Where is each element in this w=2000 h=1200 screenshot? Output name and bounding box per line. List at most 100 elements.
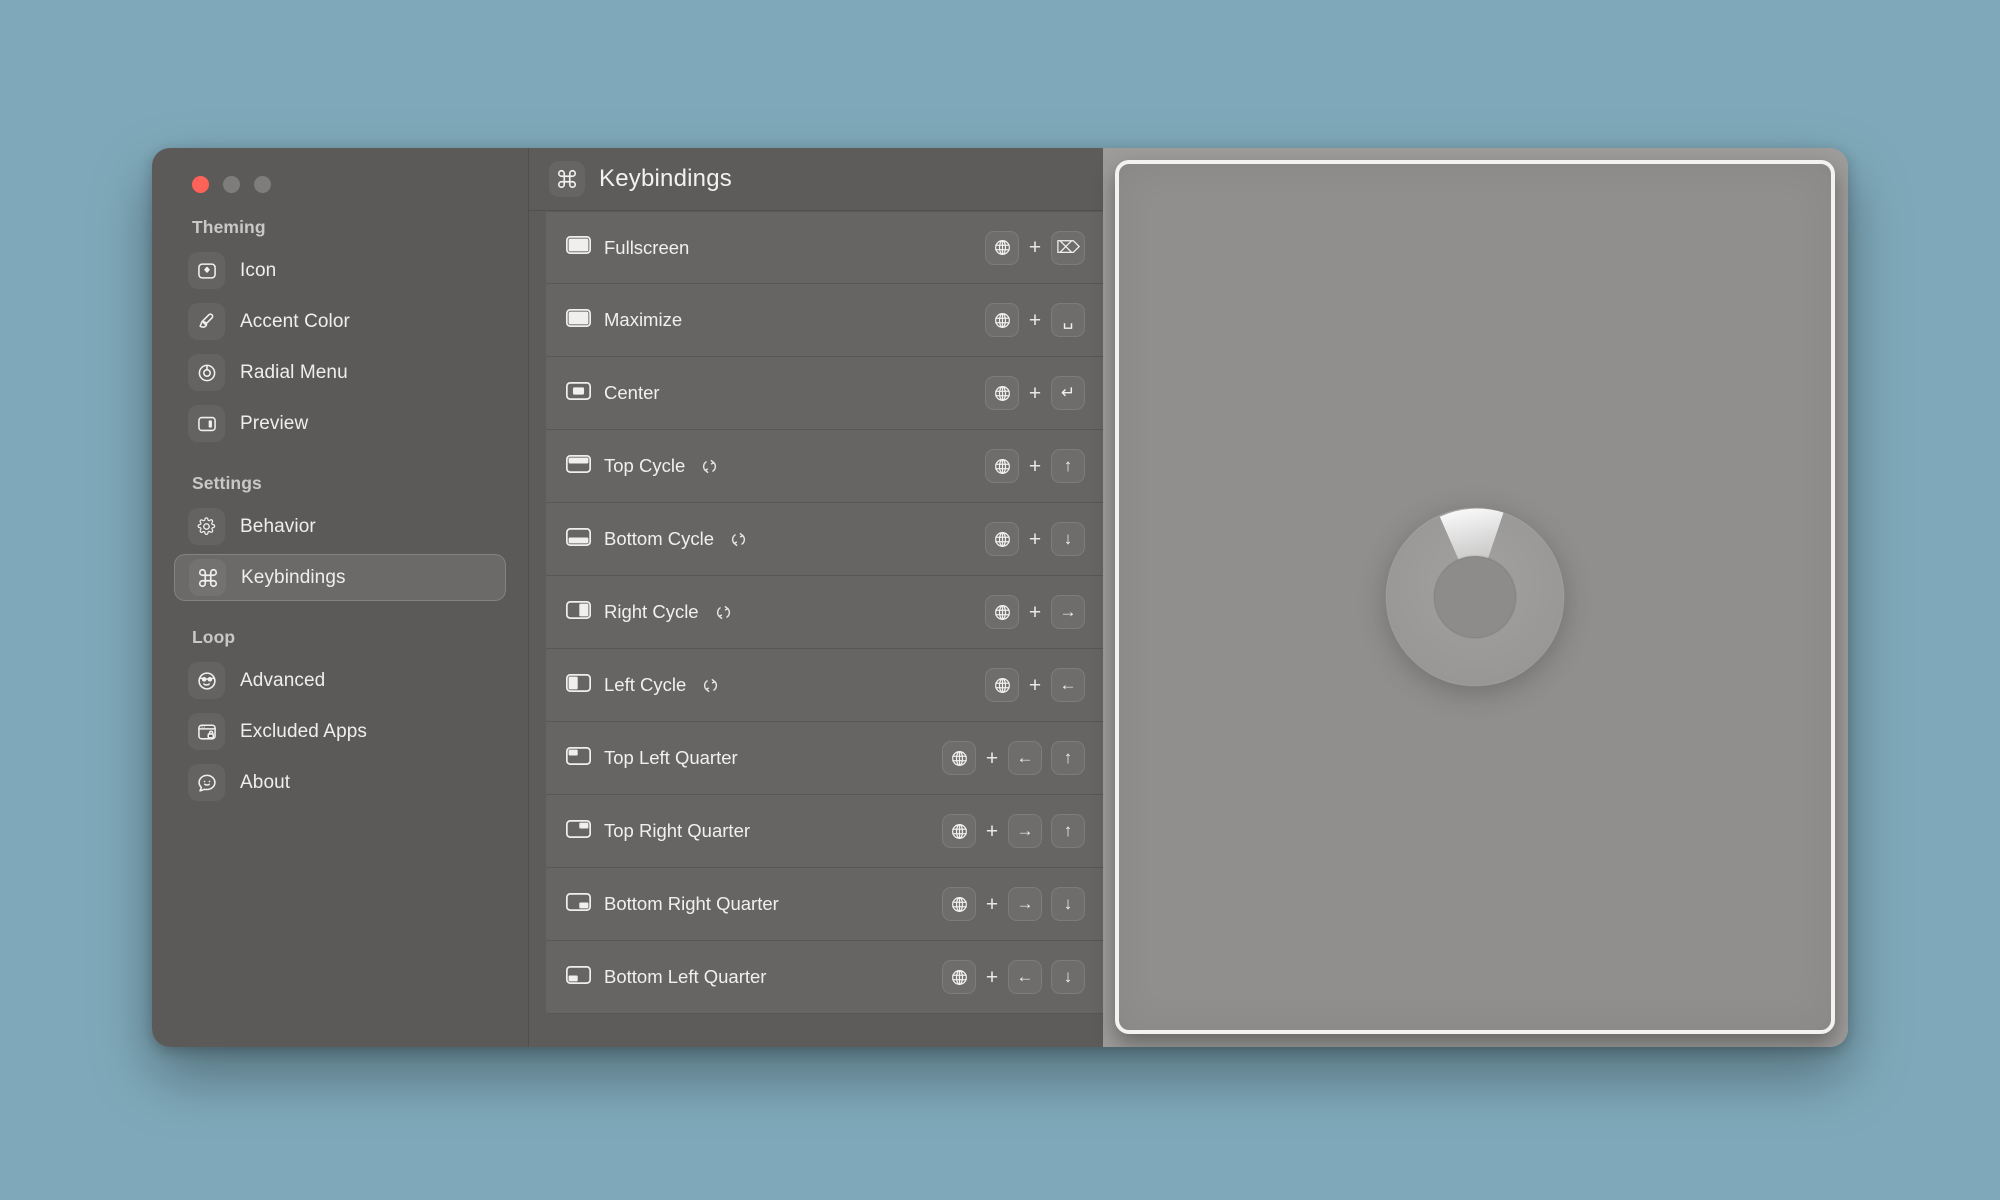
window-top-left-icon [566, 746, 591, 770]
keycap-arrow-right[interactable]: → [1051, 595, 1085, 629]
minimize-window-button[interactable] [223, 176, 240, 193]
sidebar-group-settings: Settings Behavior Keybindings [174, 473, 506, 601]
settings-window: Theming Icon Accent Color Radial Menu Previe… [152, 148, 1848, 1047]
keybinding-shortcut[interactable]: + ← [985, 668, 1085, 702]
keycap-arrow-left[interactable]: ← [1008, 741, 1042, 775]
sidebar-item-label: Icon [240, 259, 277, 281]
sidebar-item-label: Excluded Apps [240, 720, 367, 742]
keybindings-list-scroll[interactable]: Fullscreen + ⌦ Maximize + ␣ Center + ↵ Top Cycle +… [529, 211, 1103, 1047]
keycap-arrow-left[interactable]: ← [1051, 668, 1085, 702]
sidebar-item-accent-color[interactable]: Accent Color [174, 298, 506, 345]
key-plus-separator: + [1028, 527, 1042, 551]
globe-icon[interactable] [942, 814, 976, 848]
keybinding-row[interactable]: Fullscreen + ⌦ [546, 211, 1103, 284]
sidebar-item-label: About [240, 771, 291, 793]
globe-icon[interactable] [985, 376, 1019, 410]
keycap-space[interactable]: ␣ [1051, 303, 1085, 337]
preview-screen [1115, 160, 1835, 1034]
keybinding-row[interactable]: Right Cycle + → [546, 576, 1103, 649]
keycap-arrow-left[interactable]: ← [1008, 960, 1042, 994]
speech-bubble-smile-icon [188, 764, 225, 801]
window-right-icon [566, 600, 591, 624]
keybinding-shortcut[interactable]: + ← ↑ [942, 741, 1085, 775]
key-plus-separator: + [985, 819, 999, 843]
sidebar-item-excluded-apps[interactable]: Excluded Apps [174, 708, 506, 755]
radial-menu-preview[interactable] [1361, 483, 1589, 711]
keybinding-row[interactable]: Bottom Left Quarter + ← ↓ [546, 941, 1103, 1014]
keybinding-row[interactable]: Bottom Cycle + ↓ [546, 503, 1103, 576]
globe-icon[interactable] [942, 887, 976, 921]
keycap-arrow-right[interactable]: → [1008, 814, 1042, 848]
globe-icon[interactable] [985, 595, 1019, 629]
keybinding-label: Bottom Left Quarter [604, 966, 767, 987]
cycle-icon [700, 457, 719, 476]
globe-icon[interactable] [942, 741, 976, 775]
keycap-arrow-down[interactable]: ↓ [1051, 887, 1085, 921]
sidebar-item-preview[interactable]: Preview [174, 400, 506, 447]
keycap-arrow-down[interactable]: ↓ [1051, 960, 1085, 994]
keybinding-label: Top Cycle [604, 455, 686, 476]
keybinding-row[interactable]: Top Left Quarter + ← ↑ [546, 722, 1103, 795]
keybinding-shortcut[interactable]: + → [985, 595, 1085, 629]
keybinding-label: Top Left Quarter [604, 747, 738, 768]
keybinding-shortcut[interactable]: + ↓ [985, 522, 1085, 556]
window-bottom-icon [566, 527, 591, 551]
sidebar-item-icon[interactable]: Icon [174, 247, 506, 294]
globe-icon[interactable] [985, 522, 1019, 556]
keybinding-row[interactable]: Center + ↵ [546, 357, 1103, 430]
keybinding-row[interactable]: Bottom Right Quarter + → ↓ [546, 868, 1103, 941]
close-window-button[interactable] [192, 176, 209, 193]
keybinding-row[interactable]: Top Cycle + ↑ [546, 430, 1103, 503]
globe-icon[interactable] [985, 668, 1019, 702]
keybinding-shortcut[interactable]: + ⌦ [985, 230, 1085, 265]
keybinding-label-group: Fullscreen [566, 236, 985, 259]
keybinding-label-group: Top Cycle [566, 454, 985, 478]
key-plus-separator: + [985, 965, 999, 989]
keybinding-label-group: Right Cycle [566, 600, 985, 624]
cycle-icon [701, 676, 720, 695]
keycap-arrow-up[interactable]: ↑ [1051, 741, 1085, 775]
window-left-icon [566, 673, 591, 697]
globe-icon[interactable] [985, 303, 1019, 337]
keybinding-shortcut[interactable]: + ← ↓ [942, 960, 1085, 994]
sidebar-item-radial-menu[interactable]: Radial Menu [174, 349, 506, 396]
keybinding-label: Right Cycle [604, 601, 699, 622]
keycap-forward-delete[interactable]: ⌦ [1051, 230, 1085, 265]
sidebar-item-behavior[interactable]: Behavior [174, 503, 506, 550]
sidebar-group-loop: Loop Advanced Excluded Apps About [174, 627, 506, 806]
key-plus-separator: + [1028, 381, 1042, 405]
keybinding-row[interactable]: Top Right Quarter + → ↑ [546, 795, 1103, 868]
sidebar-section-title: Theming [192, 217, 266, 237]
keybinding-row[interactable]: Left Cycle + ← [546, 649, 1103, 722]
keycap-arrow-down[interactable]: ↓ [1051, 522, 1085, 556]
sidebar-item-label: Advanced [240, 669, 326, 691]
keybinding-label: Left Cycle [604, 674, 687, 695]
keybinding-label: Maximize [604, 309, 683, 330]
keybinding-shortcut[interactable]: + → ↓ [942, 887, 1085, 921]
keycap-arrow-up[interactable]: ↑ [1051, 814, 1085, 848]
keycap-return[interactable]: ↵ [1051, 376, 1085, 410]
globe-icon[interactable] [985, 230, 1019, 265]
key-plus-separator: + [1028, 454, 1042, 478]
keycap-arrow-up[interactable]: ↑ [1051, 449, 1085, 483]
cycle-icon [714, 603, 733, 622]
sidebar-item-label: Keybindings [241, 566, 346, 588]
command-icon [549, 161, 585, 197]
sidebar-item-keybindings[interactable]: Keybindings [174, 554, 506, 601]
sidebar-section-title: Settings [192, 473, 262, 493]
keybinding-label: Bottom Cycle [604, 528, 715, 549]
keybinding-shortcut[interactable]: + ↑ [985, 449, 1085, 483]
command-icon [189, 559, 226, 596]
keybinding-shortcut[interactable]: + → ↑ [942, 814, 1085, 848]
globe-icon[interactable] [942, 960, 976, 994]
keycap-arrow-right[interactable]: → [1008, 887, 1042, 921]
keybinding-shortcut[interactable]: + ↵ [985, 376, 1085, 410]
sidebar-item-advanced[interactable]: Advanced [174, 657, 506, 704]
globe-icon[interactable] [985, 449, 1019, 483]
keybinding-shortcut[interactable]: + ␣ [985, 303, 1085, 337]
key-plus-separator: + [1028, 236, 1042, 259]
keybinding-row[interactable]: Maximize + ␣ [546, 284, 1103, 357]
maximize-window-button[interactable] [254, 176, 271, 193]
sidebar-item-about[interactable]: About [174, 759, 506, 806]
key-plus-separator: + [985, 892, 999, 916]
